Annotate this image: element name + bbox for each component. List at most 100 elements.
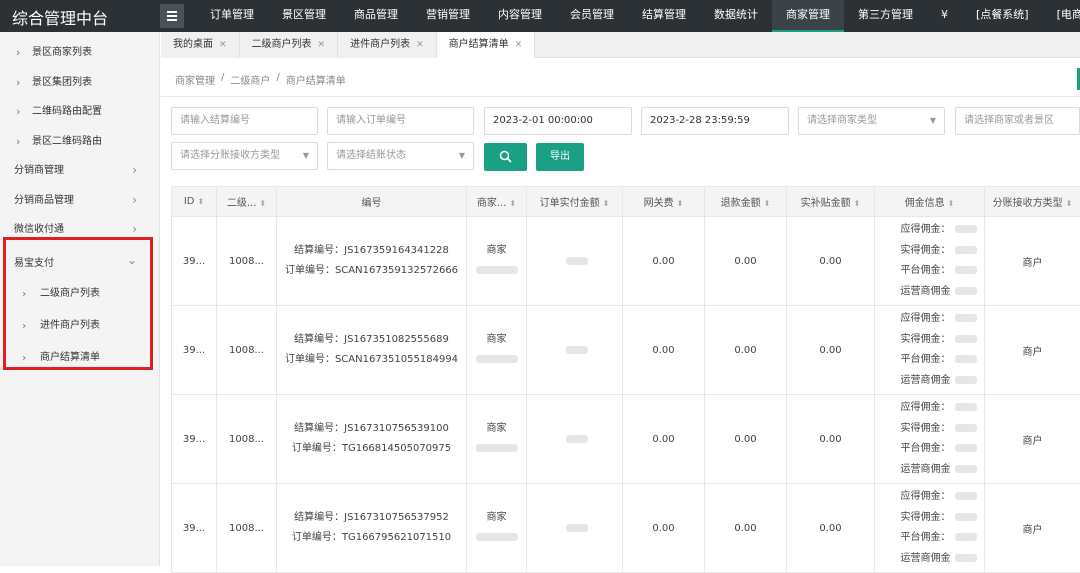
breadcrumb-item[interactable]: 二级商户 bbox=[230, 72, 270, 87]
column-header[interactable]: 编号 bbox=[277, 187, 467, 217]
export-button[interactable]: 导出 bbox=[536, 143, 584, 171]
settle-no-label: 结算编号： bbox=[294, 334, 344, 345]
redacted-text bbox=[476, 266, 518, 274]
sidebar-item-label: 微信收付通 bbox=[14, 224, 64, 235]
nav-item[interactable]: 景区管理 bbox=[268, 0, 340, 32]
paid-amount-cell bbox=[527, 217, 623, 306]
sort-icon[interactable]: ⬍ bbox=[509, 199, 516, 208]
settle-no-line: 结算编号：JS167310756537952 bbox=[277, 508, 466, 528]
caret-down-icon: ▼ bbox=[303, 143, 309, 169]
status-select[interactable]: 请选择结账状态▼ bbox=[327, 142, 474, 170]
nav-item[interactable]: 会员管理 bbox=[556, 0, 628, 32]
commission-label: 实得佣金： bbox=[901, 512, 951, 523]
merchant-type-select[interactable]: 请选择商家类型▼ bbox=[798, 107, 945, 135]
column-header[interactable]: 订单实付金额⬍ bbox=[527, 187, 623, 217]
merchant-name-blurred bbox=[467, 350, 526, 370]
id-cell: 39... bbox=[172, 217, 217, 306]
commission-label: 实得佣金： bbox=[901, 423, 951, 434]
close-icon[interactable]: ✕ bbox=[416, 40, 424, 50]
column-header[interactable]: 分账接收方类型⬍ bbox=[985, 187, 1080, 217]
sort-icon[interactable]: ⬍ bbox=[764, 199, 771, 208]
column-header[interactable]: 商家...⬍ bbox=[467, 187, 527, 217]
commission-line: 平台佣金： bbox=[893, 350, 984, 371]
sort-icon[interactable]: ⬍ bbox=[677, 199, 684, 208]
commission-label: 平台佣金： bbox=[901, 443, 951, 454]
merchant-cell: 商家 bbox=[467, 395, 527, 484]
nav-item[interactable]: [点餐系统] bbox=[962, 0, 1043, 32]
search-button[interactable] bbox=[484, 143, 527, 171]
column-header[interactable]: 佣金信息⬍ bbox=[875, 187, 985, 217]
nav-item[interactable]: 商家管理 bbox=[772, 0, 844, 32]
nav-item[interactable]: 数据统计 bbox=[700, 0, 772, 32]
column-header-label: ID bbox=[184, 196, 195, 207]
commission-label: 运营商佣金 bbox=[901, 553, 951, 564]
sidebar-item[interactable]: ›景区二维码路由 bbox=[0, 127, 159, 157]
receiver-type-cell: 商户 bbox=[985, 484, 1080, 573]
split-type-select[interactable]: 请选择分账接收方类型▼ bbox=[171, 142, 318, 170]
order-no-value: TG166814505070975 bbox=[342, 443, 451, 454]
nav-item[interactable]: [电商系统] bbox=[1043, 0, 1080, 32]
end-date-input[interactable]: 2023-2-28 23:59:59 bbox=[641, 107, 789, 135]
sidebar-item[interactable]: ›进件商户列表 bbox=[0, 310, 159, 342]
nav-item[interactable]: 订单管理 bbox=[196, 0, 268, 32]
column-header[interactable]: 退款金额⬍ bbox=[705, 187, 787, 217]
sidebar-item[interactable]: ›二维码路由配置 bbox=[0, 97, 159, 127]
close-icon[interactable]: ✕ bbox=[318, 40, 326, 50]
order-no-label: 订单编号： bbox=[285, 354, 335, 365]
nav-item[interactable]: 营销管理 bbox=[412, 0, 484, 32]
sidebar-item[interactable]: 微信收付通› bbox=[0, 215, 159, 245]
sort-icon[interactable]: ⬍ bbox=[603, 199, 610, 208]
column-header[interactable]: 二级...⬍ bbox=[217, 187, 277, 217]
breadcrumb-item[interactable]: 商家管理 bbox=[175, 72, 215, 87]
sort-icon[interactable]: ⬍ bbox=[1066, 199, 1073, 208]
nav-item[interactable]: 商品管理 bbox=[340, 0, 412, 32]
close-icon[interactable]: ✕ bbox=[219, 40, 227, 50]
sort-icon[interactable]: ⬍ bbox=[854, 199, 861, 208]
sidebar-item[interactable]: 分销商品管理› bbox=[0, 186, 159, 216]
settle-no-line: 结算编号：JS167359164341228 bbox=[277, 241, 466, 261]
gateway-fee-cell: 0.00 bbox=[623, 217, 705, 306]
sidebar-item[interactable]: ›景区商家列表 bbox=[0, 38, 159, 68]
top-nav: 订单管理景区管理商品管理营销管理内容管理会员管理结算管理数据统计商家管理第三方管… bbox=[196, 0, 1080, 32]
order-no-label: 订单编号： bbox=[285, 265, 335, 276]
merchant-label: 商家 bbox=[467, 508, 526, 528]
sidebar-item[interactable]: 分销商管理› bbox=[0, 156, 159, 186]
nav-item[interactable]: 结算管理 bbox=[628, 0, 700, 32]
tab[interactable]: 商户结算清单✕ bbox=[437, 32, 536, 58]
id-cell: 39... bbox=[172, 484, 217, 573]
menu-toggle-icon[interactable] bbox=[160, 4, 184, 28]
column-header[interactable]: ID⬍ bbox=[172, 187, 217, 217]
sidebar-item[interactable]: ›二级商户列表 bbox=[0, 278, 159, 310]
column-header-label: 二级... bbox=[227, 198, 257, 209]
column-header[interactable]: 实补贴金额⬍ bbox=[787, 187, 875, 217]
tab[interactable]: 进件商户列表✕ bbox=[338, 32, 437, 58]
breadcrumb-item[interactable]: 商户结算清单 bbox=[286, 72, 346, 87]
merchant-type-placeholder: 请选择商家类型 bbox=[807, 115, 877, 126]
commission-label: 平台佣金： bbox=[901, 354, 951, 365]
tab[interactable]: 我的桌面✕ bbox=[161, 32, 240, 58]
sort-icon[interactable]: ⬍ bbox=[259, 199, 266, 208]
nav-item[interactable]: 第三方管理 bbox=[844, 0, 927, 32]
sidebar-item-label: 景区商家列表 bbox=[32, 47, 92, 58]
nav-item[interactable]: ¥ bbox=[927, 0, 962, 32]
table-row: 39...1008...结算编号：JS167310756537952订单编号：T… bbox=[172, 484, 1080, 573]
secondary-merchant-cell: 1008... bbox=[217, 484, 277, 573]
redacted-amount bbox=[955, 513, 977, 521]
column-header[interactable]: 网关费⬍ bbox=[623, 187, 705, 217]
sort-icon[interactable]: ⬍ bbox=[197, 197, 204, 206]
sort-icon[interactable]: ⬍ bbox=[948, 199, 955, 208]
settle-no-input[interactable]: 请输入结算编号 bbox=[171, 107, 318, 135]
app-title: 综合管理中台 bbox=[12, 5, 108, 29]
sidebar-item[interactable]: ›景区集团列表 bbox=[0, 68, 159, 98]
redacted-amount bbox=[566, 257, 588, 265]
sidebar-item[interactable]: ›商户结算清单 bbox=[0, 342, 159, 374]
sidebar-item[interactable]: 易宝支付⌄ bbox=[0, 249, 159, 279]
start-date-input[interactable]: 2023-2-01 00:00:00 bbox=[484, 107, 632, 135]
sidebar-item-label: 分销商品管理 bbox=[14, 195, 74, 206]
close-icon[interactable]: ✕ bbox=[515, 40, 523, 50]
tab[interactable]: 二级商户列表✕ bbox=[240, 32, 339, 58]
chevron-down-icon: ⌄ bbox=[127, 246, 137, 276]
nav-item[interactable]: 内容管理 bbox=[484, 0, 556, 32]
order-no-input[interactable]: 请输入订单编号 bbox=[327, 107, 474, 135]
merchant-or-scenic-select[interactable]: 请选择商家或者景区 bbox=[955, 107, 1080, 135]
